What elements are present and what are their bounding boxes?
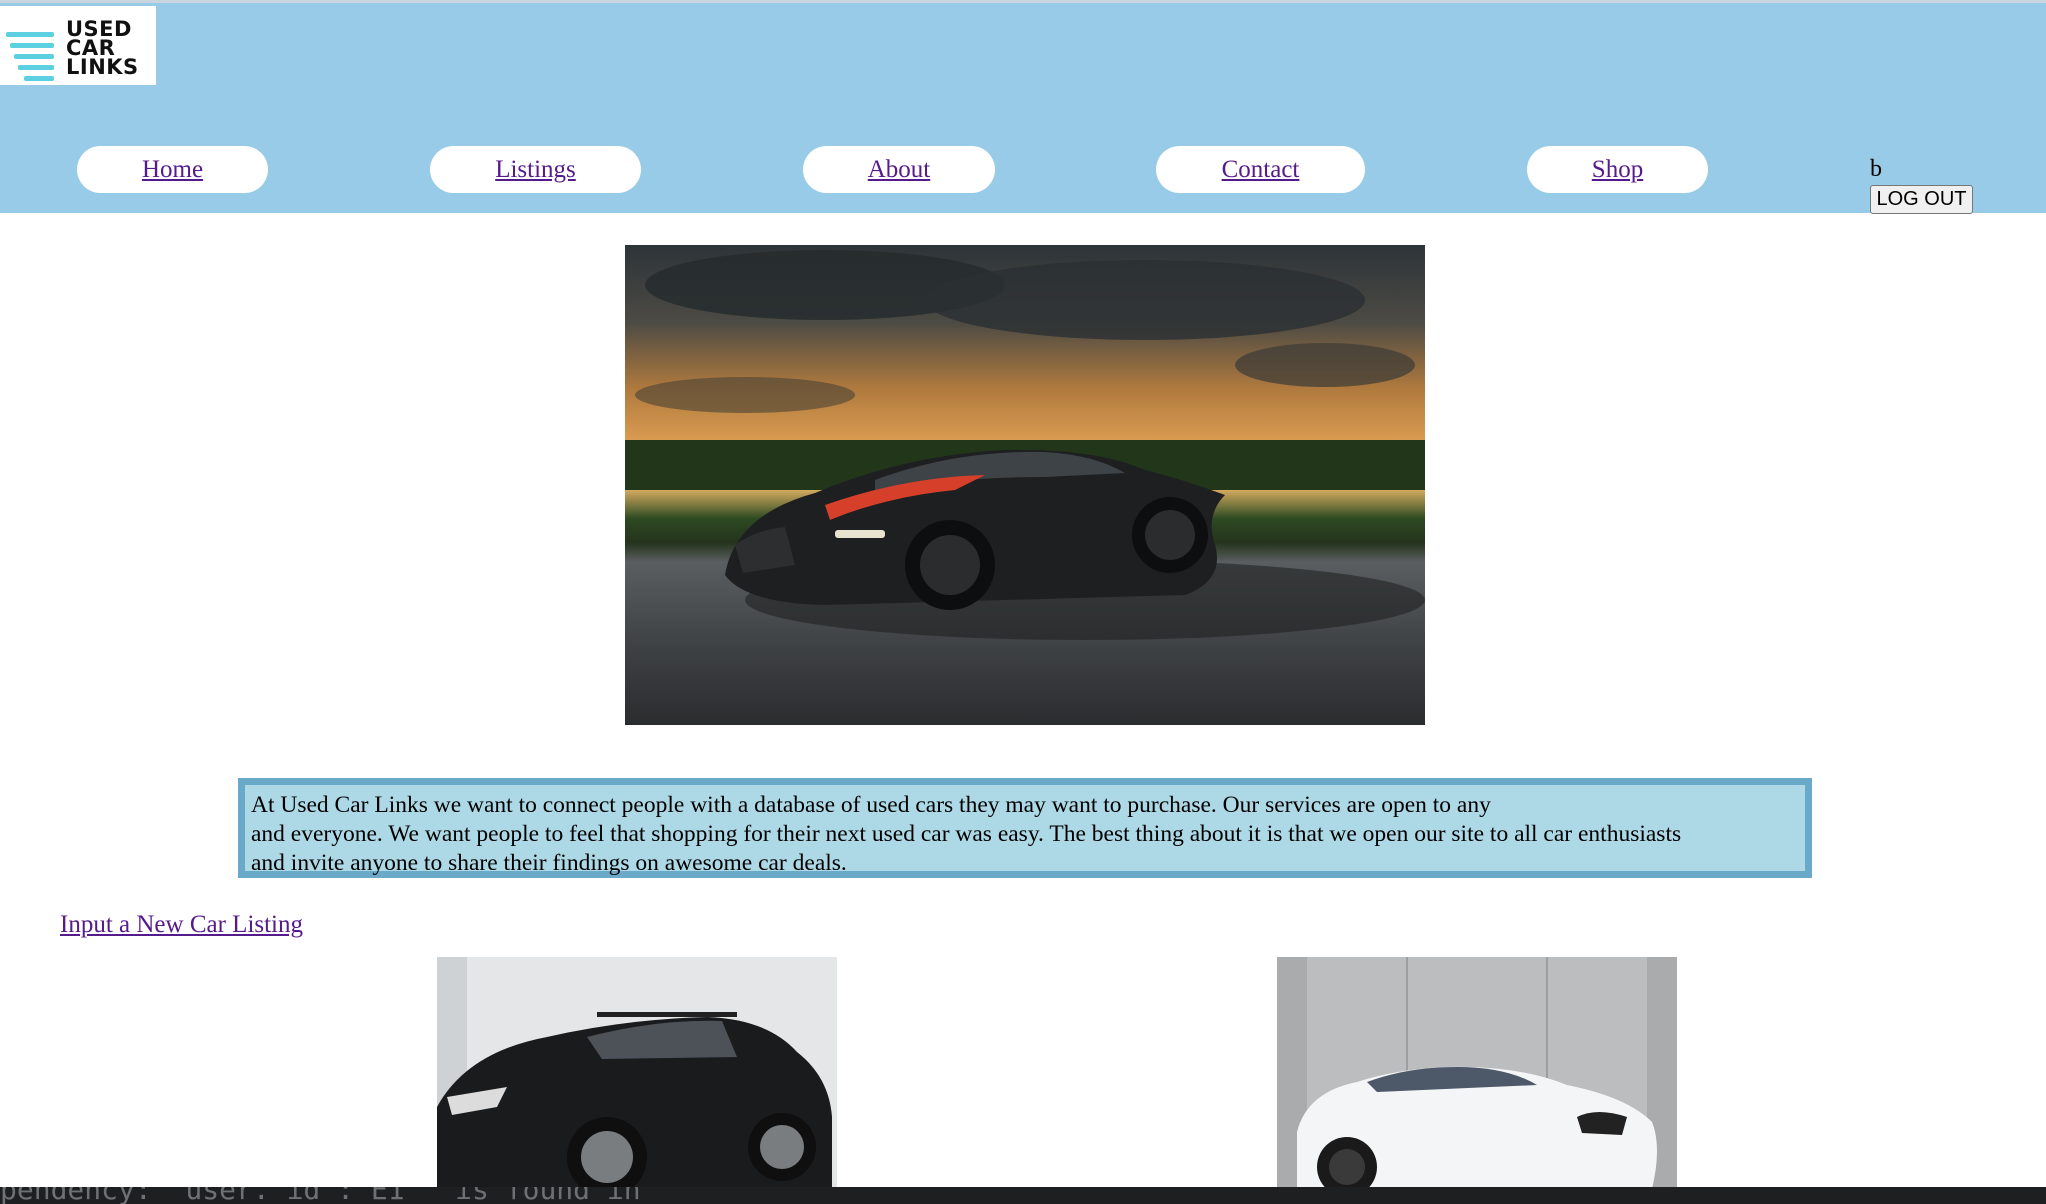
logo-line-3: LINKS <box>66 55 139 79</box>
terminal-text: pendency: `user._id`: E1 is found in <box>0 1187 641 1204</box>
site-logo[interactable]: USED CAR LINKS <box>0 6 156 85</box>
listing-image-suv[interactable] <box>437 957 837 1189</box>
nav-link-about[interactable]: About <box>868 156 931 184</box>
listing-image-sedan[interactable] <box>1277 957 1677 1189</box>
logout-button[interactable]: LOG OUT <box>1870 185 1973 214</box>
logo-wordmark: USED CAR LINKS <box>66 19 139 79</box>
new-listing-link[interactable]: Input a New Car Listing <box>60 911 303 939</box>
nav-link-shop[interactable]: Shop <box>1592 156 1643 184</box>
logo-stripes-icon <box>6 32 54 87</box>
nav-link-home[interactable]: Home <box>142 156 203 184</box>
nav-item-shop: Shop <box>1527 146 1708 193</box>
nav-item-home: Home <box>77 146 268 193</box>
about-line-2: and everyone. We want people to feel tha… <box>251 821 1682 847</box>
site-header: USED CAR LINKS Home Listings About Conta… <box>0 0 2046 214</box>
nav-item-listings: Listings <box>430 146 641 193</box>
about-line-1: At Used Car Links we want to connect peo… <box>251 792 1491 818</box>
about-text-box: At Used Car Links we want to connect peo… <box>238 778 1812 878</box>
nav-item-about: About <box>803 146 995 193</box>
suv-illustration <box>437 957 837 1189</box>
hero-image <box>625 245 1425 725</box>
hero-car-illustration <box>625 250 1425 640</box>
nav-link-contact[interactable]: Contact <box>1222 156 1300 184</box>
about-line-3: and invite anyone to share their finding… <box>251 850 847 876</box>
sedan-illustration <box>1277 957 1677 1189</box>
username-label: b <box>1870 156 1882 182</box>
nav-item-contact: Contact <box>1156 146 1365 193</box>
terminal-overlay: pendency: `user._id`: E1 is found in <box>0 1187 2046 1204</box>
nav-link-listings[interactable]: Listings <box>495 156 576 184</box>
